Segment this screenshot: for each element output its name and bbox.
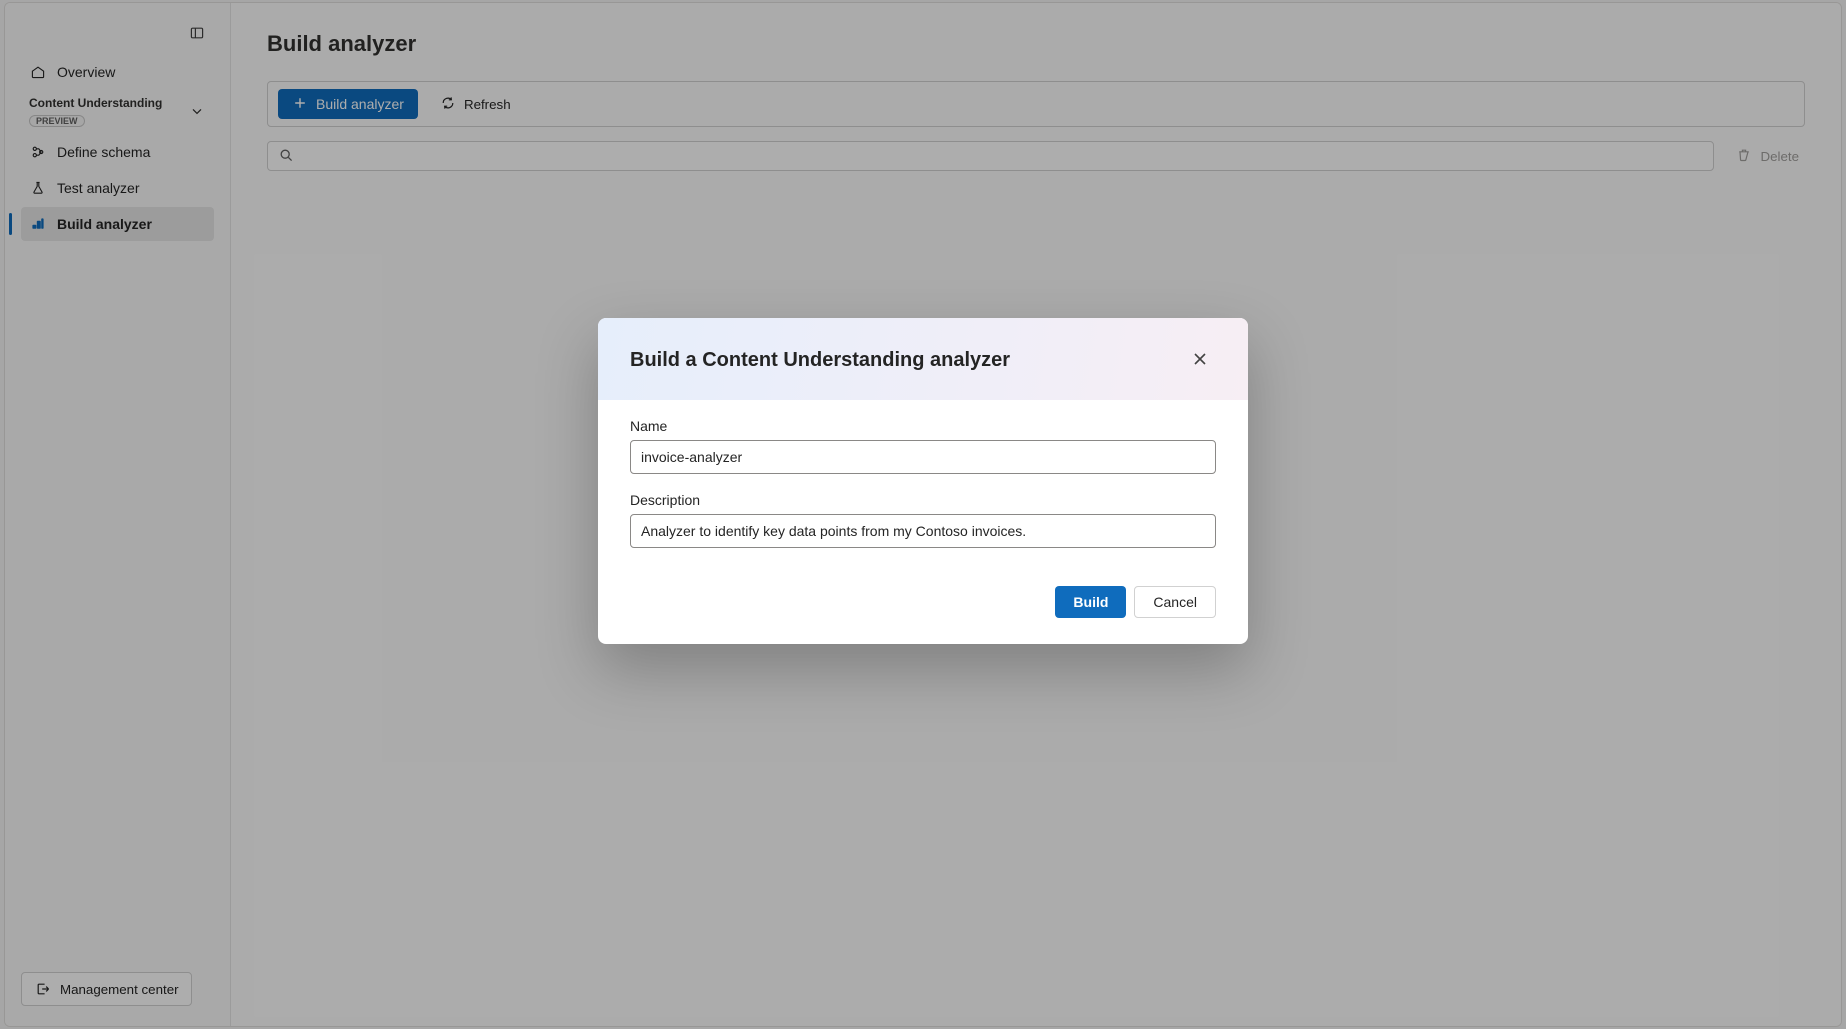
description-field-input[interactable] <box>630 514 1216 548</box>
dialog-body: Name Description <box>598 400 1248 574</box>
build-analyzer-dialog: Build a Content Understanding analyzer N… <box>598 318 1248 644</box>
description-field-label: Description <box>630 492 1216 508</box>
name-field-input[interactable] <box>630 440 1216 474</box>
name-field-label: Name <box>630 418 1216 434</box>
close-icon <box>1193 352 1207 369</box>
modal-overlay[interactable]: Build a Content Understanding analyzer N… <box>0 0 1846 1029</box>
dialog-close-button[interactable] <box>1184 344 1216 376</box>
dialog-title: Build a Content Understanding analyzer <box>630 349 1010 372</box>
dialog-build-button[interactable]: Build <box>1055 586 1126 618</box>
dialog-header: Build a Content Understanding analyzer <box>598 318 1248 400</box>
dialog-cancel-button[interactable]: Cancel <box>1134 586 1216 618</box>
dialog-footer: Build Cancel <box>598 574 1248 644</box>
